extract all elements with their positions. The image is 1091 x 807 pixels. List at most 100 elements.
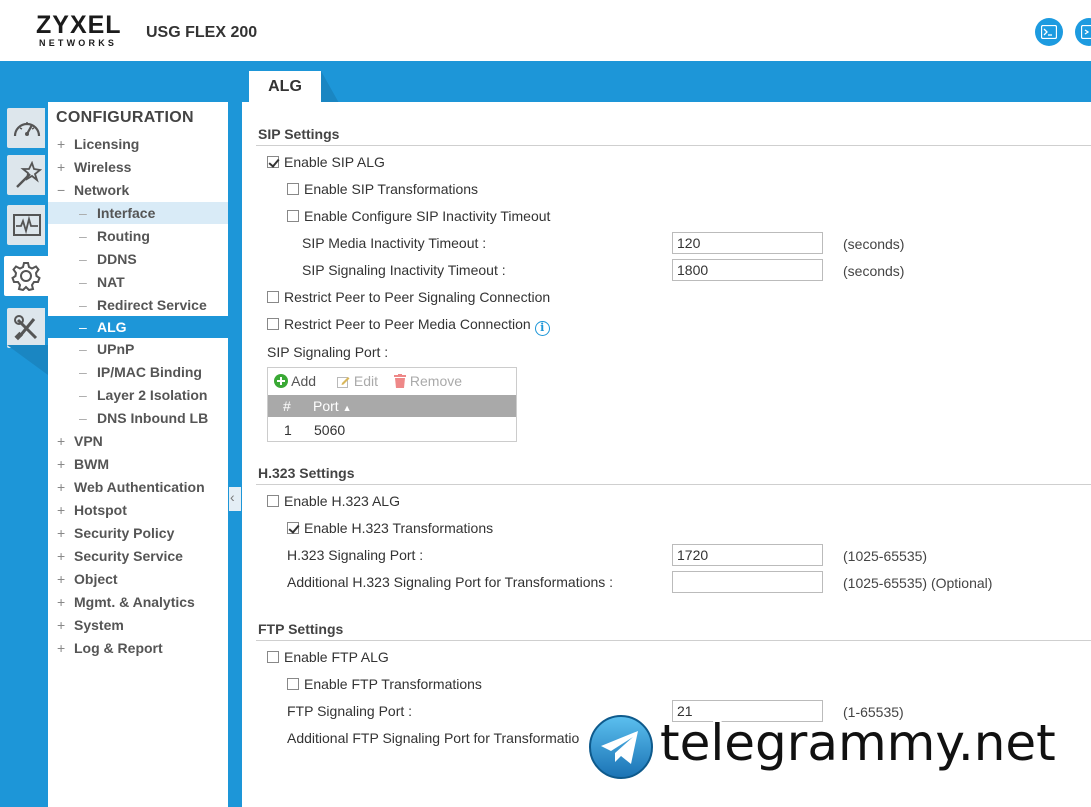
col-index: # — [283, 398, 291, 414]
nav-item-label: DDNS — [97, 251, 137, 267]
edit-button[interactable]: Edit — [337, 373, 378, 389]
expand-icon[interactable]: + — [57, 499, 67, 521]
expand-icon[interactable]: + — [57, 522, 67, 544]
enable-sip-timeout-checkbox[interactable]: Enable Configure SIP Inactivity Timeout — [287, 208, 550, 224]
nav-item-upnp[interactable]: – UPnP — [48, 338, 228, 360]
h323-signaling-port-input[interactable]: 1720 — [672, 544, 823, 566]
port-range-optional: (1025-65535) (Optional) — [843, 575, 993, 591]
nav-item-layer-2-isolation[interactable]: – Layer 2 Isolation — [48, 384, 228, 406]
checkbox[interactable] — [287, 183, 299, 195]
nav-item-hotspot[interactable]: + Hotspot — [48, 499, 228, 521]
nav-item-label: Mgmt. & Analytics — [74, 594, 195, 610]
expand-icon[interactable]: + — [57, 568, 67, 590]
restrict-media-checkbox[interactable]: Restrict Peer to Peer Media Connection i — [267, 316, 550, 336]
nav-item-bwm[interactable]: + BWM — [48, 453, 228, 475]
sip-section-title: SIP Settings — [258, 126, 340, 142]
nav-item-ip-mac-binding[interactable]: – IP/MAC Binding — [48, 361, 228, 383]
nav-item-label: Licensing — [74, 136, 140, 152]
nav-item-nat[interactable]: – NAT — [48, 271, 228, 293]
expand-icon[interactable]: + — [57, 430, 67, 452]
h323-signaling-port-label: H.323 Signaling Port : — [287, 547, 424, 563]
remove-button[interactable]: Remove — [394, 373, 462, 389]
nav-item-redirect-service[interactable]: – Redirect Service — [48, 294, 228, 316]
dashboard-icon[interactable] — [7, 108, 45, 148]
nav-item-licensing[interactable]: + Licensing — [48, 133, 228, 155]
nav-item-web-authentication[interactable]: + Web Authentication — [48, 476, 228, 498]
col-port[interactable]: Port ▲ — [313, 395, 352, 419]
nav-item-label: Redirect Service — [97, 297, 207, 313]
collapse-icon[interactable]: − — [57, 179, 67, 201]
collapse-nav-button[interactable]: ‹ — [229, 487, 241, 511]
add-icon — [274, 374, 288, 388]
nav-item-dns-inbound-lb[interactable]: – DNS Inbound LB — [48, 407, 228, 429]
checkbox[interactable] — [287, 210, 299, 222]
nav-item-mgmt-analytics[interactable]: + Mgmt. & Analytics — [48, 591, 228, 613]
expand-icon[interactable]: + — [57, 156, 67, 178]
nav-item-label: UPnP — [97, 341, 135, 357]
expand-icon[interactable]: + — [57, 637, 67, 659]
nav-item-routing[interactable]: – Routing — [48, 225, 228, 247]
wizard-icon[interactable] — [7, 155, 45, 195]
nav-item-label: Wireless — [74, 159, 132, 175]
row-port: 5060 — [314, 422, 346, 438]
nav-item-alg[interactable]: – ALG — [48, 316, 228, 338]
sip-media-timeout-input[interactable]: 120 — [672, 232, 823, 254]
enable-h323-transformations-checkbox[interactable]: Enable H.323 Transformations — [287, 520, 493, 536]
nav-item-interface[interactable]: – Interface — [48, 202, 228, 224]
nav-item-system[interactable]: + System — [48, 614, 228, 636]
ftp-section-title: FTP Settings — [258, 621, 344, 637]
cli-icon[interactable] — [1075, 18, 1091, 46]
checkbox-checked[interactable] — [287, 522, 299, 534]
expand-icon[interactable]: + — [57, 453, 67, 475]
nav-item-security-policy[interactable]: + Security Policy — [48, 522, 228, 544]
restrict-signaling-checkbox[interactable]: Restrict Peer to Peer Signaling Connecti… — [267, 289, 550, 305]
tab-alg[interactable]: ALG — [249, 71, 321, 103]
enable-sip-alg-checkbox[interactable]: Enable SIP ALG — [267, 154, 385, 170]
sip-media-timeout-label: SIP Media Inactivity Timeout : — [302, 235, 487, 251]
checkbox[interactable] — [287, 678, 299, 690]
port-range: (1025-65535) — [843, 548, 928, 564]
nav-item-ddns[interactable]: – DDNS — [48, 248, 228, 270]
enable-h323-alg-checkbox[interactable]: Enable H.323 ALG — [267, 493, 400, 509]
checkbox-label: Enable FTP Transformations — [304, 676, 482, 692]
nav-item-network[interactable]: − Network — [48, 179, 228, 201]
nav-item-label: System — [74, 617, 124, 633]
table-toolbar: Add Edit Remove — [268, 368, 516, 394]
nav-item-label: Routing — [97, 228, 150, 244]
nav-item-wireless[interactable]: + Wireless — [48, 156, 228, 178]
tree-dash: – — [79, 274, 87, 290]
configuration-gear-icon[interactable] — [4, 256, 48, 296]
terminal-icon[interactable] — [1035, 18, 1063, 46]
tree-dash: – — [79, 410, 87, 426]
expand-icon[interactable]: + — [57, 591, 67, 613]
h323-additional-port-input[interactable] — [672, 571, 823, 593]
checkbox[interactable] — [267, 318, 279, 330]
checkbox[interactable] — [267, 651, 279, 663]
nav-item-label: Layer 2 Isolation — [97, 387, 208, 403]
monitor-icon[interactable] — [7, 205, 45, 245]
checkbox-label: Enable H.323 ALG — [284, 493, 400, 509]
expand-icon[interactable]: + — [57, 614, 67, 636]
nav-item-object[interactable]: + Object — [48, 568, 228, 590]
nav-item-label: DNS Inbound LB — [97, 410, 209, 426]
logo-sub-text: NETWORKS — [39, 38, 118, 48]
expand-icon[interactable]: + — [57, 133, 67, 155]
expand-icon[interactable]: + — [57, 476, 67, 498]
checkbox[interactable] — [267, 495, 279, 507]
nav-item-log-report[interactable]: + Log & Report — [48, 637, 228, 659]
checkbox[interactable] — [267, 291, 279, 303]
enable-ftp-transformations-checkbox[interactable]: Enable FTP Transformations — [287, 676, 482, 692]
enable-sip-transformations-checkbox[interactable]: Enable SIP Transformations — [287, 181, 478, 197]
checkbox-checked[interactable] — [267, 156, 279, 168]
sip-port-table: Add Edit Remove # Port ▲ 1 5060 — [267, 367, 517, 442]
tree-dash: – — [79, 205, 87, 221]
table-row[interactable]: 1 5060 — [268, 418, 516, 442]
info-icon[interactable]: i — [534, 321, 550, 336]
expand-icon[interactable]: + — [57, 545, 67, 567]
nav-item-vpn[interactable]: + VPN — [48, 430, 228, 452]
maintenance-tools-icon[interactable] — [7, 308, 45, 348]
enable-ftp-alg-checkbox[interactable]: Enable FTP ALG — [267, 649, 389, 665]
sip-signaling-timeout-input[interactable]: 1800 — [672, 259, 823, 281]
nav-item-security-service[interactable]: + Security Service — [48, 545, 228, 567]
add-button[interactable]: Add — [274, 373, 316, 389]
